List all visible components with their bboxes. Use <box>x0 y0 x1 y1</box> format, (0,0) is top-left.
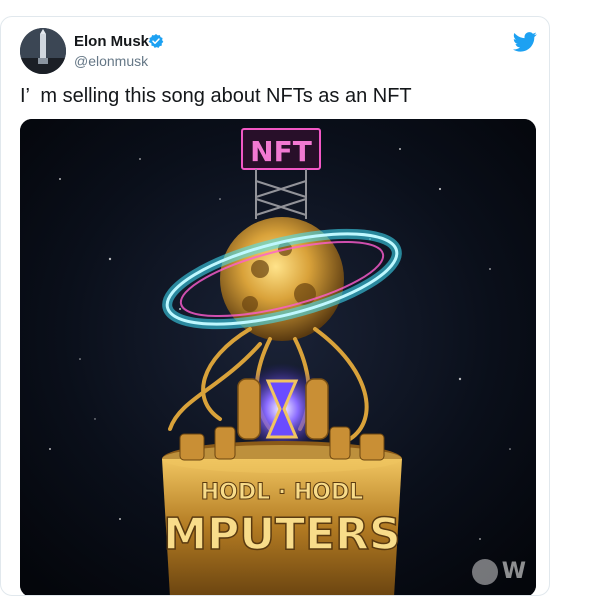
svg-text:NFT: NFT <box>250 135 312 168</box>
nft-artwork: NFT HODL · HODL MPUTERS <box>20 119 536 595</box>
svg-text:HODL · HODL: HODL · HODL <box>201 480 363 505</box>
watermark-logo-icon <box>471 559 498 585</box>
gold-base: HODL · HODL MPUTERS <box>162 426 402 595</box>
author-handle[interactable]: @elonmusk <box>74 53 148 69</box>
tweet-media-video[interactable]: NFT HODL · HODL MPUTERS W <box>20 119 536 595</box>
tweet-card[interactable]: Elon Musk @elonmusk I’ m selling this so… <box>0 16 550 596</box>
author-name[interactable]: Elon Musk <box>74 33 149 50</box>
watermark: W <box>471 559 526 585</box>
svg-text:MPUTERS: MPUTERS <box>163 509 400 560</box>
tweet-text: I’ m selling this song about NFTs as an … <box>20 85 412 107</box>
watermark-text: W <box>501 559 526 584</box>
avatar-image <box>20 28 66 74</box>
author-avatar[interactable] <box>20 28 66 74</box>
twitter-bird-icon[interactable] <box>513 31 537 53</box>
verified-badge-icon <box>148 34 164 48</box>
